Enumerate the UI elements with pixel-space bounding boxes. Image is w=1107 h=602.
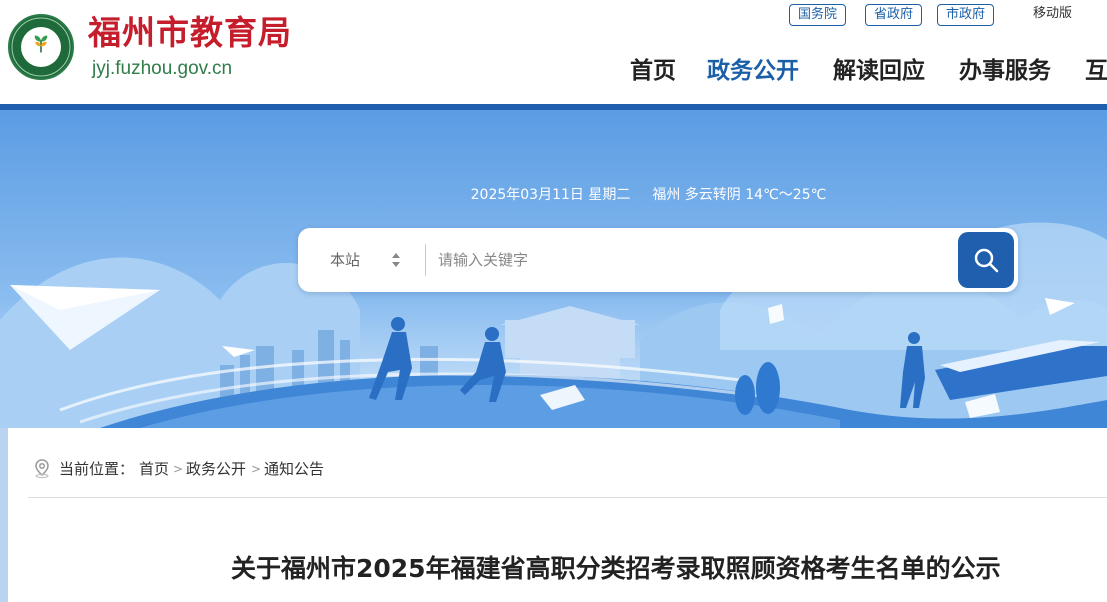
- breadcrumb-separator: >: [173, 462, 184, 476]
- search-scope-select[interactable]: 本站: [330, 250, 360, 270]
- mobile-version-link[interactable]: 移动版: [1033, 5, 1072, 23]
- nav-government-affairs[interactable]: 政务公开: [707, 57, 799, 85]
- date-weather-line: 2025年03月11日 星期二 福州 多云转阴 14℃～25℃: [0, 186, 1107, 204]
- article-title: 关于福州市2025年福建省高职分类招考录取照顾资格考生名单的公示: [231, 554, 1001, 583]
- weather-info: 福州 多云转阴 14℃～25℃: [652, 187, 827, 203]
- nav-services[interactable]: 办事服务: [959, 57, 1051, 85]
- select-arrows-icon[interactable]: [391, 250, 401, 270]
- current-date: 2025年03月11日 星期二: [470, 187, 631, 203]
- nav-interpretation-response[interactable]: 解读回应: [833, 57, 925, 85]
- search-button[interactable]: [958, 232, 1014, 288]
- hero-banner: 2025年03月11日 星期二 福州 多云转阴 14℃～25℃ 本站: [0, 110, 1107, 428]
- nav-interaction[interactable]: 互: [1085, 57, 1107, 85]
- link-municipal-government[interactable]: 市政府: [937, 4, 995, 26]
- site-header: 福州市教育局 jyj.fuzhou.gov.cn 国务院 省政府 市政府 移动版…: [0, 0, 1107, 108]
- main-content: 当前位置： 首页 > 政务公开 > 通知公告 关于福州市2025年福建省高职分类…: [8, 428, 1107, 602]
- education-logo-icon[interactable]: [8, 14, 74, 80]
- search-divider: [425, 244, 426, 276]
- link-state-council[interactable]: 国务院: [789, 4, 847, 26]
- breadcrumb-home[interactable]: 首页: [139, 459, 169, 479]
- breadcrumb-divider: [28, 497, 1107, 498]
- search-icon: [974, 248, 999, 273]
- breadcrumb-government-affairs[interactable]: 政务公开: [186, 459, 246, 479]
- search-input[interactable]: [438, 242, 938, 278]
- breadcrumb-prefix: 当前位置：: [59, 460, 135, 478]
- location-pin-icon: [35, 459, 49, 478]
- breadcrumb-notices[interactable]: 通知公告: [264, 459, 324, 479]
- search-box: 本站: [298, 228, 1018, 292]
- nav-home[interactable]: 首页: [630, 57, 676, 85]
- link-provincial-government[interactable]: 省政府: [865, 4, 923, 26]
- breadcrumb-separator: >: [251, 462, 262, 476]
- left-decor-strip: [0, 428, 8, 602]
- site-domain: jyj.fuzhou.gov.cn: [92, 58, 233, 79]
- site-title[interactable]: 福州市教育局: [88, 14, 292, 52]
